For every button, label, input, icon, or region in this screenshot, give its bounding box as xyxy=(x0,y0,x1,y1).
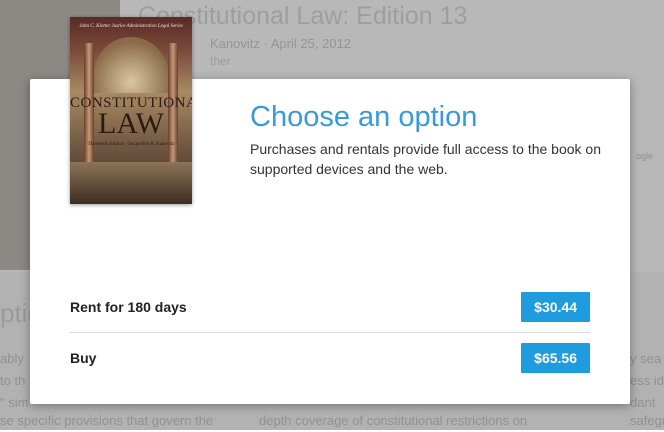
cover-title-line2: LAW xyxy=(98,107,164,140)
buy-price-button[interactable]: $65.56 xyxy=(521,343,590,373)
cover-dome-art xyxy=(94,37,168,93)
dialog-title: Choose an option xyxy=(250,101,478,133)
cover-base-art xyxy=(70,162,192,204)
cover-edition-line: Thirteenth Edition | Jacqueline R. Kanov… xyxy=(87,142,175,147)
rent-option-row: Rent for 180 days $30.44 xyxy=(70,282,590,333)
rent-option-label: Rent for 180 days xyxy=(70,299,187,315)
buy-option-row: Buy $65.56 xyxy=(70,333,590,383)
cover-series-text: John C. Klotter Justice Administration L… xyxy=(79,24,183,29)
book-cover-image: John C. Klotter Justice Administration L… xyxy=(70,17,192,204)
dialog-description: Purchases and rentals provide full acces… xyxy=(250,141,601,177)
rent-price-button[interactable]: $30.44 xyxy=(521,292,590,322)
buy-option-label: Buy xyxy=(70,350,97,366)
